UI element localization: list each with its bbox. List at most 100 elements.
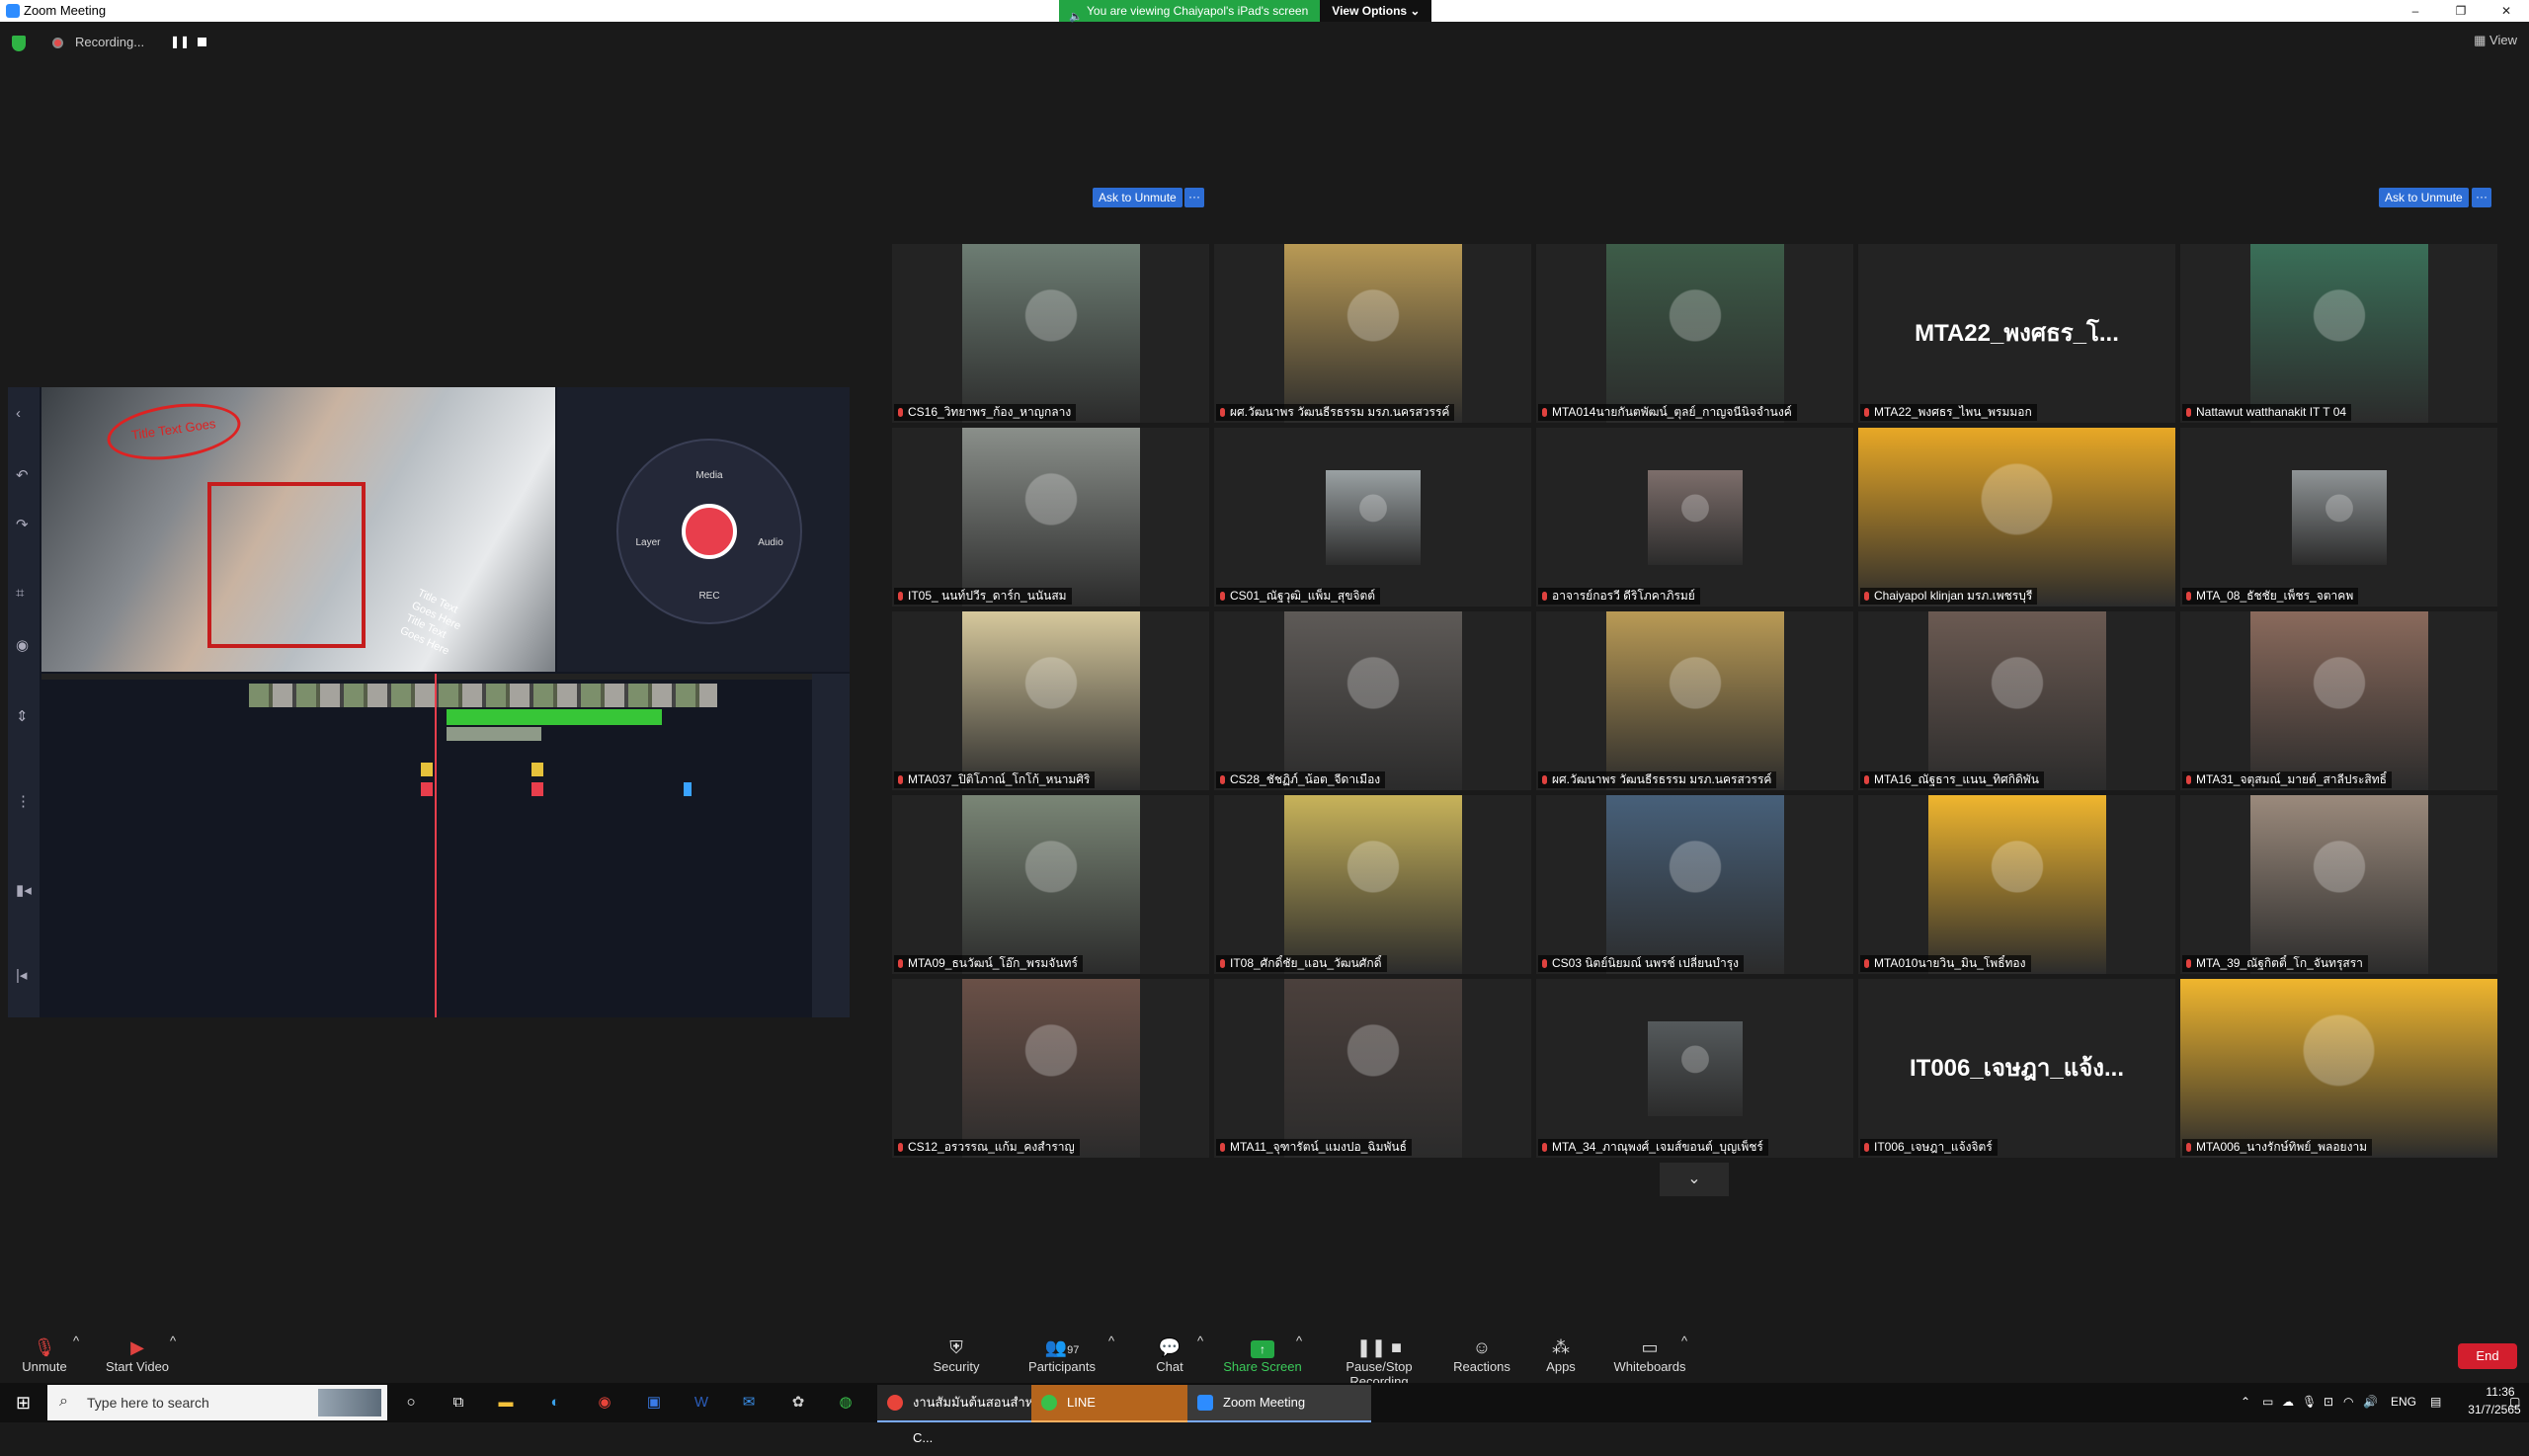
apps-button[interactable]: ⁂ Apps — [1543, 1334, 1579, 1381]
participant-name-tag: อาจารย์กอรวี ดีริโภคาภิรมย์ — [1538, 588, 1700, 605]
mail-icon[interactable]: ✉ — [737, 1391, 761, 1415]
ask-to-unmute-button[interactable]: Ask to Unmute — [2379, 188, 2469, 207]
participant-name-tag: CS16_วิทยาพร_ก้อง_หาญกลาง — [894, 404, 1077, 421]
tray-app-icon[interactable]: ▭ — [2262, 1395, 2273, 1409]
participant-tile[interactable]: MTA16_ณัฐธาร_แนน_ทิศกิดิพัน — [1858, 611, 2175, 790]
participant-tile[interactable]: CS01_ณัฐวุฒิ_แพ็ม_สุขจิตต์ — [1214, 428, 1531, 607]
restore-button[interactable]: ❐ — [2438, 0, 2484, 22]
participant-tile[interactable]: ผศ.วัฒนาพร วัฒนธีรธรรม มรภ.นครสวรรค์ — [1214, 244, 1531, 423]
taskbar-app-label: Zoom Meeting — [1223, 1395, 1306, 1410]
taskbar-search-box[interactable]: ⌕ Type here to search — [47, 1385, 387, 1420]
participants-count: 97 — [1067, 1344, 1080, 1356]
edge-icon[interactable]: ◐ — [543, 1391, 567, 1415]
participant-tile[interactable]: ผศ.วัฒนาพร วัฒนธีรธรรม มรภ.นครสวรรค์ — [1536, 611, 1853, 790]
chat-caret[interactable]: ^ — [1197, 1334, 1203, 1381]
timeline-marker — [684, 782, 692, 796]
shield-icon: ⛨ — [949, 1337, 963, 1357]
view-options-button[interactable]: View Options ⌄ — [1320, 0, 1432, 22]
participant-tile[interactable]: CS12_อรวรรณ_แก้ม_คงสำราญ — [892, 979, 1209, 1158]
store-icon[interactable]: ▣ — [642, 1391, 666, 1415]
app-icon[interactable]: ✿ — [786, 1391, 810, 1415]
minimize-button[interactable]: – — [2393, 0, 2438, 22]
media-label: Media — [695, 470, 723, 481]
participant-tile[interactable]: CS28_ชัชฏิภ์_น้อต_จีดาเมือง — [1214, 611, 1531, 790]
participant-tile[interactable]: Chaiyapol klinjan มรภ.เพชรบุรี — [1858, 428, 2175, 607]
participant-name-tag: IT006_เจษฎา_แจ้งจิตร์ — [1860, 1139, 1998, 1156]
participant-tile[interactable]: MTA006_นางรักษ์ทิพย์_พลอยงาม — [2180, 979, 2497, 1158]
task-view-icon[interactable]: ⧉ — [447, 1391, 470, 1415]
participant-tile[interactable]: Nattawut watthanakit IT T 04 — [2180, 244, 2497, 423]
participant-video — [1927, 795, 2106, 974]
share-caret[interactable]: ^ — [1296, 1334, 1302, 1381]
language-indicator[interactable]: ENG — [2391, 1395, 2416, 1409]
pause-stop-recording-button[interactable]: ❚❚ ■ Pause/Stop Recording — [1318, 1334, 1440, 1389]
participant-name-tag: MTA037_ปิติโภาณ์_โกโก้_หนามศิริ — [894, 771, 1096, 788]
participant-video — [1927, 611, 2106, 790]
viewing-indicator: 🔈 You are viewing Chaiyapol's iPad's scr… — [1059, 0, 1321, 23]
participant-tile[interactable]: MTA037_ปิติโภาณ์_โกโก้_หนามศิริ — [892, 611, 1209, 790]
word-icon[interactable]: W — [690, 1391, 713, 1415]
start-video-button[interactable]: ▶ Start Video — [103, 1334, 172, 1381]
chrome-icon[interactable]: ◉ — [593, 1391, 616, 1415]
share-screen-button[interactable]: ↑ Share Screen — [1223, 1334, 1302, 1381]
participants-caret[interactable]: ^ — [1108, 1334, 1114, 1381]
taskbar-zoom-window[interactable]: Zoom Meeting — [1187, 1385, 1371, 1422]
participant-tile[interactable]: อาจารย์กอรวี ดีริโภคาภิรมย์ — [1536, 428, 1853, 607]
view-button[interactable]: ▦ View — [2474, 33, 2517, 48]
participants-icon: 👥97 — [1044, 1337, 1080, 1357]
participant-name-tag: MTA014นายกันตพัฒน์_ตุลย์_กาญจนีนิจจำนงค์ — [1538, 404, 1797, 421]
participant-tile[interactable]: MTA11_จุฑารัตน์_แมงปอ_ฉิมพันธ์ — [1214, 979, 1531, 1158]
pause-recording-icon[interactable]: ❚❚ — [170, 35, 190, 48]
video-options-caret[interactable]: ^ — [170, 1334, 176, 1381]
tile-more-button[interactable]: ··· — [2472, 188, 2491, 207]
participant-tile[interactable]: MTA_08_ธัชชัย_เพ็ชร_จตาคพ — [2180, 428, 2497, 607]
network-icon[interactable]: ⊡ — [2324, 1395, 2333, 1409]
participant-tile[interactable]: MTA_34_ภาณุพงศ์_เจมส์ขอนต์_บุญเพ็ชร์ — [1536, 979, 1853, 1158]
participant-video — [1858, 428, 2175, 607]
participant-name-tag: MTA09_ธนวัฒน์_โอ๊ก_พรมจันทร์ — [894, 955, 1083, 972]
microphone-tray-icon[interactable]: 🎙 — [2302, 1395, 2317, 1409]
participant-tile[interactable]: CS16_วิทยาพร_ก้อง_หาญกลาง — [892, 244, 1209, 423]
tray-overflow-icon[interactable]: ⌃ — [2241, 1395, 2250, 1409]
participants-button[interactable]: 👥97 Participants — [1027, 1334, 1097, 1381]
volume-icon[interactable]: 🔊 — [2363, 1395, 2378, 1409]
participant-tile[interactable]: MTA_39_ณัฐกิตติ์_โก_จันทรุสรา — [2180, 795, 2497, 974]
participant-tile[interactable]: MTA09_ธนวัฒน์_โอ๊ก_พรมจันทร์ — [892, 795, 1209, 974]
encryption-shield-icon[interactable] — [12, 36, 26, 51]
participant-tile[interactable]: MTA22_พงศธร_โ... MTA22_พงศธร_ไพน_พรมมอก — [1858, 244, 2175, 423]
participant-tile[interactable]: MTA010นายวิน_มิน_โพธิ์ทอง — [1858, 795, 2175, 974]
participant-tile[interactable]: MTA31_จตุสมณ์_มายด์_สาลีประสิทธิ์ — [2180, 611, 2497, 790]
participant-tile[interactable]: IT006_เจษฎา_แจ้ง... IT006_เจษฎา_แจ้งจิตร์ — [1858, 979, 2175, 1158]
video-off-icon: ▶ — [130, 1337, 144, 1357]
ask-to-unmute-button[interactable]: Ask to Unmute — [1093, 188, 1183, 207]
participant-display-name: MTA22_พงศธร_โ... — [1915, 320, 2119, 347]
participant-tile[interactable]: CS03 นิตย์นิยมณ์ นพรช์ เปลี่ยนบำรุง — [1536, 795, 1853, 974]
pause-stop-icon: ❚❚ ■ — [1355, 1337, 1403, 1357]
tile-more-button[interactable]: ··· — [1184, 188, 1204, 207]
line-app-icon[interactable]: ◍ — [834, 1391, 857, 1415]
reactions-button[interactable]: ☺ Reactions — [1452, 1334, 1511, 1381]
participant-tile[interactable]: IT08_ศักดิ์ชัย_แอน_วัฒนศักดิ์ — [1214, 795, 1531, 974]
participant-tile[interactable]: IT05_ นนท์ปวีร_ดาร์ก_นนันสม — [892, 428, 1209, 607]
window-title: Zoom Meeting — [24, 3, 107, 18]
notification-icon[interactable]: ▢ — [2509, 1395, 2520, 1409]
security-button[interactable]: ⛨ Security — [927, 1334, 986, 1381]
tray-app-icon[interactable]: ▤ — [2430, 1395, 2441, 1409]
windows-start-icon[interactable]: ⊞ — [16, 1393, 31, 1414]
file-explorer-icon[interactable]: ▬ — [494, 1391, 518, 1415]
close-button[interactable]: ✕ — [2484, 0, 2529, 22]
share-screen-icon: ↑ — [1223, 1334, 1302, 1359]
cortana-icon[interactable]: ○ — [399, 1391, 423, 1415]
audio-options-caret[interactable]: ^ — [73, 1334, 79, 1381]
tray-app-icon[interactable]: ☁ — [2282, 1395, 2294, 1409]
whiteboards-caret[interactable]: ^ — [1681, 1334, 1687, 1381]
whiteboards-button[interactable]: ▭ Whiteboards — [1612, 1334, 1687, 1381]
wifi-icon[interactable]: ◠ — [2343, 1395, 2353, 1409]
chat-button[interactable]: 💬 Chat — [1150, 1334, 1189, 1381]
gallery-next-page-button[interactable]: ⌄ — [1660, 1163, 1729, 1196]
stop-recording-icon[interactable] — [198, 38, 206, 46]
end-meeting-button[interactable]: End — [2458, 1343, 2517, 1369]
media-wheel: Media Layer Audio REC — [616, 439, 802, 624]
unmute-button[interactable]: 🎙 Unmute — [20, 1334, 69, 1381]
participant-tile[interactable]: MTA014นายกันตพัฒน์_ตุลย์_กาญจนีนิจจำนงค์ — [1536, 244, 1853, 423]
